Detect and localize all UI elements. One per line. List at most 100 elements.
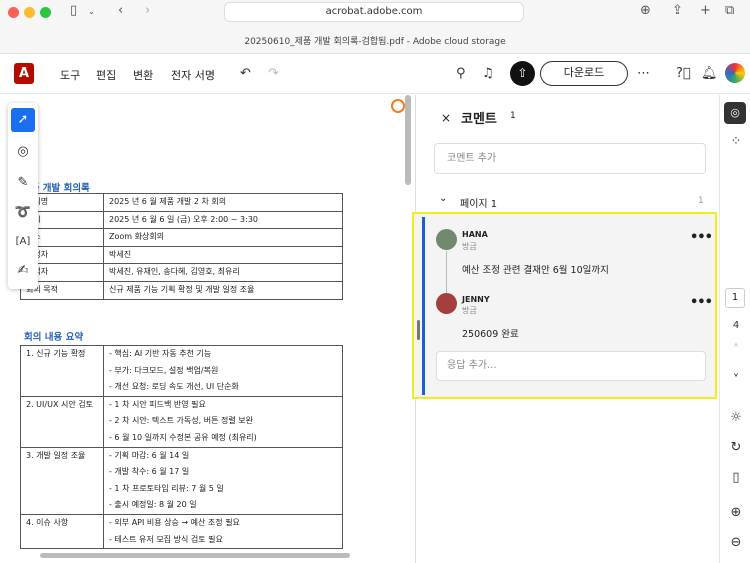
rotate-icon[interactable]: ↻ (726, 440, 746, 455)
downloads-icon[interactable]: ⊕ (640, 3, 651, 18)
comment-marker-icon[interactable] (391, 99, 405, 113)
info-table: 회의명2025 년 6 월 제품 개발 2 차 회의일시2025 년 6 월 6… (20, 193, 343, 300)
tab-title[interactable]: 20250610_제품 개발 회의록-검합됨.pdf - Adobe cloud… (0, 34, 750, 47)
help-icon[interactable]: ?⃝ (676, 66, 691, 81)
summary-item: - 핵심: AI 기반 자동 추천 기능 (109, 349, 212, 358)
cell-items: - 외부 API 비용 상승 → 예산 조정 필요 - 테스트 유저 모집 방식 … (103, 513, 343, 550)
avatar-hana (436, 229, 457, 250)
close-panel-icon[interactable]: × (441, 111, 451, 125)
highlight-pen-icon[interactable]: ✎ (11, 171, 35, 195)
selected-thread-indicator (422, 217, 425, 395)
cell-items: - 기획 마감: 6 월 14 일 - 개발 착수: 6 월 17 일 - 1 차 … (103, 446, 343, 515)
thread-connector (446, 251, 447, 293)
tabs-overview-icon[interactable]: ⧉ (725, 3, 734, 18)
back-icon[interactable]: ‹ (118, 3, 123, 18)
reply-input[interactable]: 응답 추가... (436, 351, 706, 381)
cell-items: - 핵심: AI 기반 자동 추천 기능 - 부가: 다크모드, 설정 백업/복원… (103, 345, 343, 397)
vertical-scrollbar[interactable] (405, 95, 411, 185)
document-view[interactable]: 제품 개발 회의록 회의명2025 년 6 월 제품 개발 2 차 회의일시20… (0, 95, 416, 563)
horizontal-scrollbar[interactable] (40, 553, 350, 558)
forward-icon[interactable]: › (145, 3, 150, 18)
cell-value: 2025 년 6 월 제품 개발 2 차 회의 (103, 193, 343, 212)
cell-value: Zoom 화상회의 (103, 228, 343, 247)
minimize-window-button[interactable] (24, 7, 35, 18)
next-page-icon[interactable]: ˅ (726, 373, 746, 388)
menu-convert[interactable]: 변환 (133, 67, 153, 83)
acrobat-logo[interactable]: A (14, 63, 34, 84)
brightness-icon[interactable]: ☼ (726, 410, 746, 425)
summary-item: - 출시 예정일: 8 월 20 일 (109, 500, 197, 510)
menu-tools[interactable]: 도구 (60, 67, 80, 83)
menu-esign[interactable]: 전자 서명 (171, 67, 215, 83)
app-toolbar: A 도구 편집 변환 전자 서명 ↶ ↷ ⚲ ♫ ⇧ 다운로드 ⋯ ?⃝ 🔔︎ (0, 54, 750, 94)
cell-value: 박세진, 유재인, 송다혜, 김영호, 최유리 (103, 263, 343, 282)
summary-item: - 외부 API 비용 상승 → 예산 조정 필요 (109, 517, 240, 527)
summary-item: - 1 차 프로토타입 리뷰: 7 월 5 일 (109, 483, 224, 493)
cell-value: 2025 년 6 월 6 일 (금) 오후 2:00 ~ 3:30 (103, 210, 343, 230)
comment-text: 예산 조정 관련 결재안 6월 10일까지 (462, 265, 609, 276)
draw-freehand-icon[interactable]: ➰ (11, 201, 35, 225)
comment-count: 1 (510, 111, 516, 121)
select-tool-icon[interactable]: ➚ (11, 108, 35, 132)
table-row: 작성자박세진 (20, 245, 343, 265)
comment-text: 250609 완료 (462, 329, 519, 340)
summary-item: - 1 차 시안 피드백 반영 필요 (109, 399, 206, 409)
more-icon[interactable]: ⋯ (637, 66, 650, 81)
cell-topic: 1. 신규 기능 확정 (20, 345, 104, 397)
panel-title: 코멘트 (461, 112, 497, 127)
chevron-down-icon[interactable]: ⌄ (439, 193, 447, 204)
summary-item: - 개선 요청: 로딩 속도 개선, UI 단순화 (109, 382, 239, 392)
summary-title: 회의 내용 요약 (24, 332, 84, 343)
search-icon[interactable]: ⚲ (456, 66, 466, 81)
summary-item: - 부가: 다크모드, 설정 백업/복원 (109, 365, 219, 375)
summary-item: - 2 차 시안: 텍스트 가독성, 버튼 정렬 보완 (109, 416, 253, 426)
chevron-down-icon[interactable]: ⌄ (88, 7, 95, 16)
undo-icon[interactable]: ↶ (240, 66, 251, 81)
cell-value: 신규 제품 기능 기획 확정 및 개발 일정 조율 (103, 280, 343, 300)
summary-item: - 6 월 10 일까지 수정본 공유 예정 (최유리) (109, 432, 257, 442)
page-group-label[interactable]: 페이지 1 (460, 195, 497, 210)
new-tab-icon[interactable]: + (700, 3, 711, 18)
share-button[interactable]: ⇧ (510, 61, 535, 86)
comment-time: 방금 (462, 242, 477, 251)
headphones-icon[interactable]: ♫ (482, 66, 494, 81)
thumbnails-icon[interactable]: ⁘ (726, 134, 746, 149)
tool-palette: ➚ ◎ ✎ ➰ [A] ✍ (8, 103, 38, 289)
comment-more-button[interactable]: ••• (690, 230, 713, 245)
cell-topic: 3. 개발 일정 조율 (20, 446, 104, 515)
zoom-out-icon[interactable]: ⊖ (726, 535, 746, 550)
table-row: 장소Zoom 화상회의 (20, 228, 343, 247)
table-row: 일시2025 년 6 월 6 일 (금) 오후 2:00 ~ 3:30 (20, 210, 343, 230)
redo-icon[interactable]: ↷ (268, 66, 279, 81)
comment-author: JENNY (462, 295, 490, 304)
menu-edit[interactable]: 편집 (96, 67, 116, 83)
table-row: 참석자박세진, 유재인, 송다혜, 김영호, 최유리 (20, 263, 343, 282)
cell-topic: 4. 이슈 사항 (20, 513, 104, 550)
page-fit-icon[interactable]: ▯ (726, 470, 746, 485)
comments-rail-icon[interactable]: ◎ (724, 102, 746, 124)
table-row: 2. UI/UX 시안 검토 - 1 차 시안 피드백 반영 필요 - 2 차 시안… (20, 395, 343, 448)
panel-resize-handle[interactable] (417, 320, 420, 340)
prev-page-icon[interactable]: ˄ (726, 343, 746, 358)
bell-icon[interactable]: 🔔︎ (701, 66, 718, 81)
table-row: 회의 목적 신규 제품 기능 기획 확정 및 개발 일정 조율 (20, 280, 343, 300)
avatar[interactable] (725, 63, 745, 83)
comment-author: HANA (462, 230, 488, 239)
close-window-button[interactable] (8, 7, 19, 18)
current-page-input[interactable]: 1 (725, 288, 745, 308)
sidebar-icon[interactable]: ▯ (70, 3, 77, 18)
table-row: 3. 개발 일정 조율 - 기획 마감: 6 월 14 일 - 개발 착수: 6 월… (20, 446, 343, 515)
sign-icon[interactable]: ✍ (11, 259, 35, 283)
summary-table: 1. 신규 기능 확정 - 핵심: AI 기반 자동 추천 기능 - 부가: 다크모… (20, 345, 343, 550)
maximize-window-button[interactable] (40, 7, 51, 18)
address-bar[interactable]: acrobat.adobe.com (224, 2, 524, 22)
add-comment-input[interactable]: 코멘트 추가 (434, 143, 706, 174)
zoom-in-icon[interactable]: ⊕ (726, 505, 746, 520)
comment-tool-icon[interactable]: ◎ (11, 140, 35, 164)
add-text-icon[interactable]: [A] (11, 230, 35, 254)
download-button[interactable]: 다운로드 (540, 61, 628, 86)
comment-more-button[interactable]: ••• (690, 295, 713, 310)
share-icon[interactable]: ⇪ (672, 3, 683, 18)
table-row: 회의명2025 년 6 월 제품 개발 2 차 회의 (20, 193, 343, 212)
summary-item: - 개발 착수: 6 월 17 일 (109, 467, 190, 477)
